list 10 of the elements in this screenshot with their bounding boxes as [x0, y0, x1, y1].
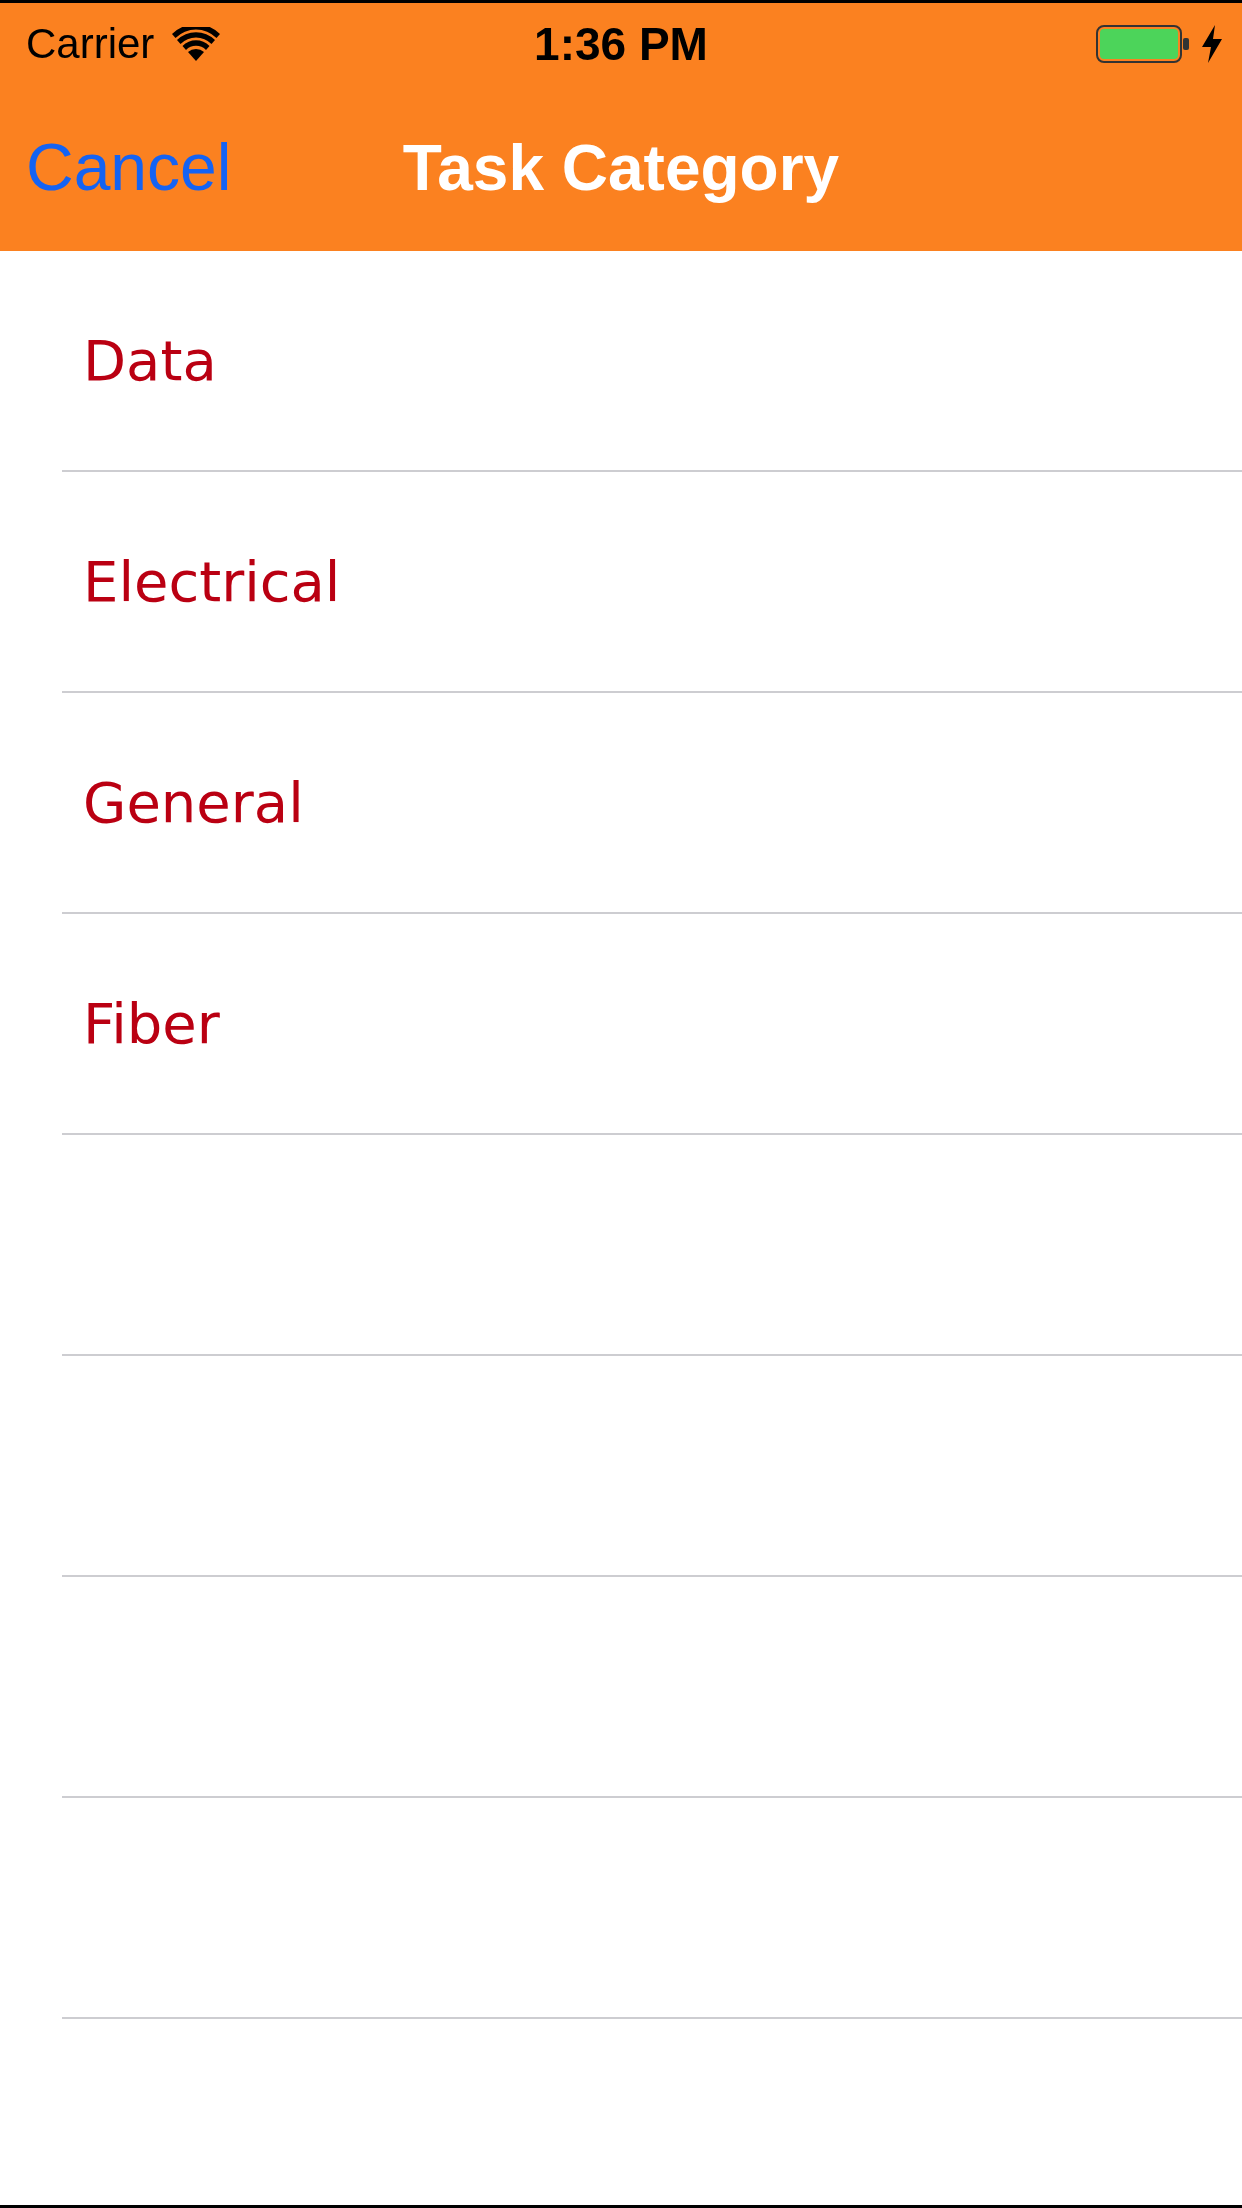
- category-item[interactable]: Fiber: [62, 914, 1242, 1135]
- battery-icon: [1096, 24, 1190, 63]
- category-item[interactable]: General: [62, 693, 1242, 914]
- category-item[interactable]: Electrical: [62, 472, 1242, 693]
- carrier-label: Carrier: [26, 19, 155, 68]
- charging-bolt-icon: [1200, 24, 1224, 63]
- wifi-icon: [172, 26, 221, 61]
- nav-title: Task Category: [402, 130, 840, 205]
- category-item[interactable]: Data: [62, 251, 1242, 472]
- status-time: 1:36 PM: [534, 16, 708, 71]
